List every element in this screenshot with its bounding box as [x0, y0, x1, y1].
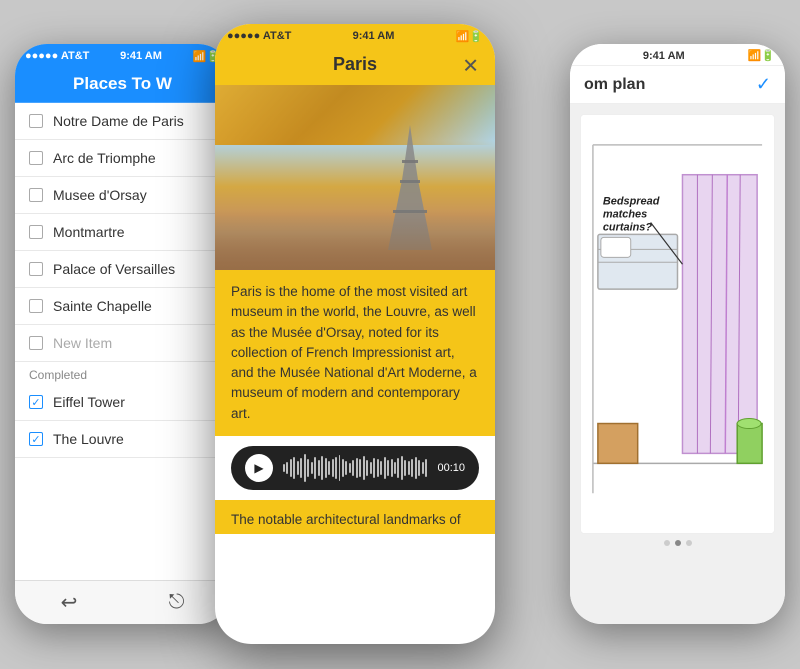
list-item[interactable]: Musee d'Orsay: [15, 177, 230, 214]
sketch-drawing: Bedspread matches curtains?: [581, 115, 774, 533]
middle-status-bar: ●●●●● AT&T 9:41 AM 📶🔋: [215, 24, 495, 46]
list-item-label: Arc de Triomphe: [53, 150, 156, 166]
left-bottom-bar: ↩ ⎋: [15, 580, 230, 624]
audio-player[interactable]: ▶ 00:10: [231, 446, 479, 490]
svg-text:Bedspread: Bedspread: [603, 196, 660, 208]
list-item[interactable]: Sainte Chapelle: [15, 288, 230, 325]
dot-2: [675, 540, 681, 546]
modal-description: Paris is the home of the most visited ar…: [215, 270, 495, 436]
sketch-area: Bedspread matches curtains?: [570, 104, 785, 624]
right-header-title: om plan: [584, 76, 645, 94]
eiffel-image: [215, 85, 495, 270]
right-icons: 📶🔋: [748, 49, 775, 62]
play-button[interactable]: ▶: [245, 454, 273, 482]
modal-header: Paris ✕: [215, 46, 495, 85]
leaves-decoration: [215, 85, 495, 145]
left-carrier: ●●●●● AT&T: [25, 50, 89, 62]
list-item-label: Palace of Versailles: [53, 261, 175, 277]
phone-right: 9:41 AM 📶🔋 om plan ✓: [570, 44, 785, 624]
right-status-bar: 9:41 AM 📶🔋: [570, 44, 785, 66]
list-item-label: Montmartre: [53, 224, 125, 240]
share-icon[interactable]: ⎋: [169, 591, 185, 614]
new-item[interactable]: New Item: [15, 325, 230, 362]
close-button[interactable]: ✕: [462, 53, 479, 78]
checkbox[interactable]: [29, 336, 43, 350]
middle-time: 9:41 AM: [353, 30, 395, 42]
waveform: [283, 454, 427, 482]
middle-icons: 📶🔋: [456, 30, 483, 43]
svg-text:curtains?: curtains?: [603, 221, 653, 233]
checkbox[interactable]: [29, 225, 43, 239]
city-silhouette: [215, 210, 495, 270]
modal-title: Paris: [333, 54, 377, 75]
list-item[interactable]: Arc de Triomphe: [15, 140, 230, 177]
list-item-label: Notre Dame de Paris: [53, 113, 184, 129]
left-list-area: Notre Dame de Paris Arc de Triomphe Muse…: [15, 103, 230, 580]
phone-left: ●●●●● AT&T 9:41 AM 📶🔋 Places To W Notre …: [15, 44, 230, 624]
checkmark-button[interactable]: ✓: [756, 74, 771, 95]
completed-section-label: Completed: [15, 362, 230, 384]
checkbox-checked[interactable]: [29, 432, 43, 446]
completed-item[interactable]: Eiffel Tower: [15, 384, 230, 421]
list-item-label: Musee d'Orsay: [53, 187, 147, 203]
sketch-content: Bedspread matches curtains?: [580, 114, 775, 534]
bottom-text: The notable architectural landmarks of: [215, 500, 495, 534]
svg-text:matches: matches: [603, 209, 647, 221]
new-item-label: New Item: [53, 335, 112, 351]
checkbox[interactable]: [29, 188, 43, 202]
screen-container: ●●●●● AT&T 9:41 AM 📶🔋 Places To W Notre …: [0, 0, 800, 669]
checkbox[interactable]: [29, 262, 43, 276]
list-item-label: Sainte Chapelle: [53, 298, 152, 314]
checkbox[interactable]: [29, 151, 43, 165]
right-header: om plan ✓: [570, 66, 785, 104]
right-time: 9:41 AM: [643, 50, 685, 62]
left-status-bar: ●●●●● AT&T 9:41 AM 📶🔋: [15, 44, 230, 66]
undo-icon[interactable]: ↩: [61, 590, 78, 615]
dot-indicators: [580, 534, 775, 552]
left-header: Places To W: [15, 66, 230, 103]
middle-carrier: ●●●●● AT&T: [227, 30, 291, 42]
list-item[interactable]: Montmartre: [15, 214, 230, 251]
dot-3: [686, 540, 692, 546]
checkbox[interactable]: [29, 299, 43, 313]
completed-item-label: The Louvre: [53, 431, 124, 447]
completed-item[interactable]: The Louvre: [15, 421, 230, 458]
completed-item-label: Eiffel Tower: [53, 394, 125, 410]
dot-1: [664, 540, 670, 546]
left-time: 9:41 AM: [120, 50, 162, 62]
list-item[interactable]: Palace of Versailles: [15, 251, 230, 288]
list-item[interactable]: Notre Dame de Paris: [15, 103, 230, 140]
phone-middle: ●●●●● AT&T 9:41 AM 📶🔋 Paris ✕: [215, 24, 495, 644]
audio-time: 00:10: [437, 462, 465, 474]
checkbox[interactable]: [29, 114, 43, 128]
checkbox-checked[interactable]: [29, 395, 43, 409]
